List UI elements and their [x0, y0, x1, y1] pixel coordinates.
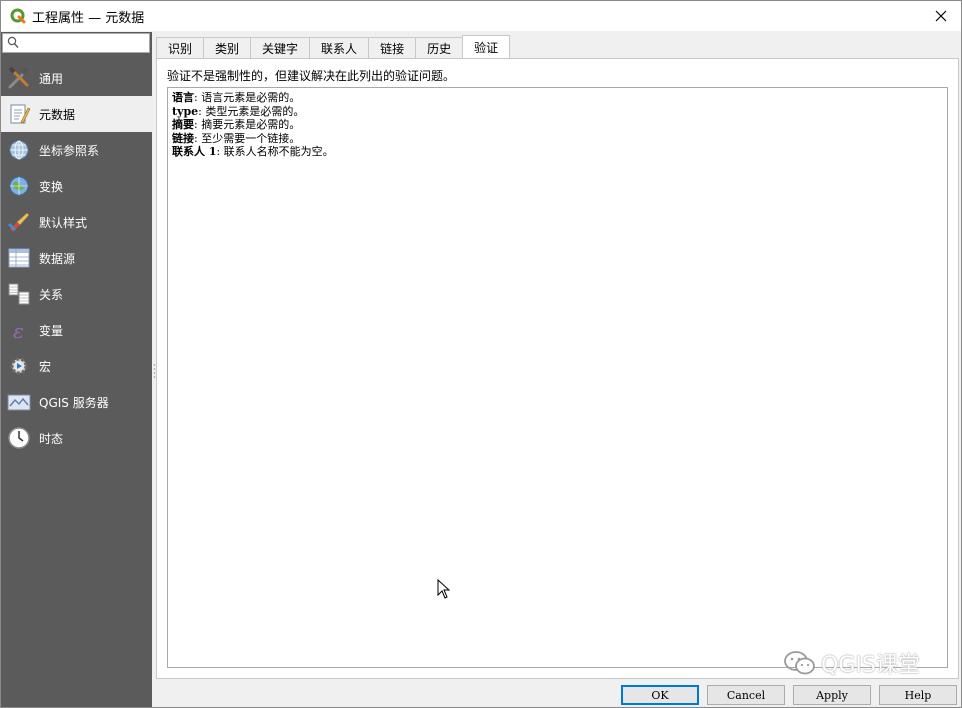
result-field: 链接 [172, 131, 194, 145]
result-field: 摘要 [172, 118, 194, 131]
sidebar-item-label: 通用 [39, 71, 64, 86]
map-server-icon [6, 389, 32, 415]
sidebar-item-qgis-server[interactable]: QGIS 服务器 [1, 384, 152, 420]
sidebar-item-relations[interactable]: 关系 [1, 276, 152, 312]
validation-result-row: 联系人 1: 联系人名称不能为空。 [172, 145, 943, 159]
clock-icon [6, 425, 32, 451]
title-bar: 工程属性 — 元数据 [1, 1, 961, 31]
result-message: : 类型元素是必需的。 [198, 104, 305, 118]
validation-result-row: 链接: 至少需要一个链接。 [172, 132, 943, 146]
globe-transform-icon [6, 173, 32, 199]
wechat-icon [784, 651, 815, 675]
close-icon [935, 10, 947, 22]
tab-categories[interactable]: 类别 [203, 37, 252, 58]
search-icon [7, 36, 19, 48]
sidebar-nav: 通用 元数据 坐标参照系 变换 默认样式 数据源 关系 ε 变量 宏 QGIS … [1, 60, 152, 456]
sidebar-item-label: QGIS 服务器 [39, 395, 109, 410]
tab-links[interactable]: 链接 [368, 37, 417, 58]
tab-contacts[interactable]: 联系人 [309, 37, 370, 58]
metadata-tabs: 识别 类别 关键字 联系人 链接 历史 验证 [156, 35, 511, 58]
sidebar-item-label: 时态 [39, 431, 64, 446]
paintbrush-icon [6, 209, 32, 235]
qgis-logo-icon [10, 8, 26, 24]
sidebar-item-label: 默认样式 [39, 215, 88, 230]
tab-validation[interactable]: 验证 [462, 35, 511, 58]
close-button[interactable] [931, 6, 951, 26]
watermark-text: QGIS课堂 [821, 653, 920, 678]
relations-icon [6, 281, 32, 307]
table-icon [6, 245, 32, 271]
sidebar-item-label: 元数据 [39, 107, 76, 122]
sidebar-item-label: 数据源 [39, 251, 76, 266]
sidebar: 通用 元数据 坐标参照系 变换 默认样式 数据源 关系 ε 变量 宏 QGIS … [1, 32, 152, 707]
sidebar-item-default-styles[interactable]: 默认样式 [1, 204, 152, 240]
result-message: : 摘要元素是必需的。 [194, 118, 301, 131]
validation-result-row: type: 类型元素是必需的。 [172, 105, 943, 119]
tab-history[interactable]: 历史 [415, 37, 464, 58]
sidebar-item-general[interactable]: 通用 [1, 60, 152, 96]
sidebar-item-temporal[interactable]: 时态 [1, 420, 152, 456]
tab-keywords[interactable]: 关键字 [250, 37, 311, 58]
svg-text:ε: ε [13, 319, 24, 342]
sidebar-item-label: 关系 [39, 287, 64, 302]
result-message: : 至少需要一个链接。 [194, 131, 301, 145]
search-input[interactable] [23, 35, 143, 51]
tools-icon [6, 65, 32, 91]
gear-play-icon [6, 353, 32, 379]
sidebar-item-crs[interactable]: 坐标参照系 [1, 132, 152, 168]
sidebar-item-label: 变量 [39, 323, 64, 338]
sidebar-item-data-sources[interactable]: 数据源 [1, 240, 152, 276]
result-field: 语言 [172, 91, 194, 104]
watermark: QGIS课堂 [783, 647, 920, 679]
result-field: 联系人 1 [172, 145, 217, 158]
validation-result-row: 语言: 语言元素是必需的。 [172, 91, 943, 105]
result-field: type [172, 104, 199, 118]
sidebar-item-variables[interactable]: ε 变量 [1, 312, 152, 348]
project-properties-window: 工程属性 — 元数据 通用 元数据 坐标参照系 变换 默认样式 数据源 关系 ε… [0, 0, 962, 708]
metadata-icon [6, 101, 32, 127]
sidebar-item-transform[interactable]: 变换 [1, 168, 152, 204]
cancel-button[interactable]: Cancel [707, 685, 785, 705]
validation-description: 验证不是强制性的，但建议解决在此列出的验证问题。 [167, 69, 456, 83]
mouse-cursor-icon [437, 579, 450, 599]
result-message: : 语言元素是必需的。 [194, 91, 301, 104]
sidebar-item-metadata[interactable]: 元数据 [1, 96, 152, 132]
validation-results[interactable]: 语言: 语言元素是必需的。 type: 类型元素是必需的。 摘要: 摘要元素是必… [167, 87, 948, 668]
sidebar-item-macros[interactable]: 宏 [1, 348, 152, 384]
window-title: 工程属性 — 元数据 [32, 10, 145, 26]
apply-button[interactable]: Apply [793, 685, 871, 705]
result-message: : 联系人名称不能为空。 [216, 145, 334, 158]
variable-icon: ε [6, 317, 32, 343]
sidebar-item-label: 坐标参照系 [39, 143, 100, 158]
globe-grid-icon [6, 137, 32, 163]
validation-result-row: 摘要: 摘要元素是必需的。 [172, 118, 943, 132]
search-box[interactable] [2, 33, 150, 53]
sidebar-item-label: 宏 [39, 359, 52, 374]
ok-button[interactable]: OK [621, 685, 699, 705]
sidebar-item-label: 变换 [39, 179, 64, 194]
tab-identification[interactable]: 识别 [156, 37, 205, 58]
validation-panel: 验证不是强制性的，但建议解决在此列出的验证问题。 语言: 语言元素是必需的。 t… [156, 58, 959, 679]
help-button[interactable]: Help [879, 685, 957, 705]
